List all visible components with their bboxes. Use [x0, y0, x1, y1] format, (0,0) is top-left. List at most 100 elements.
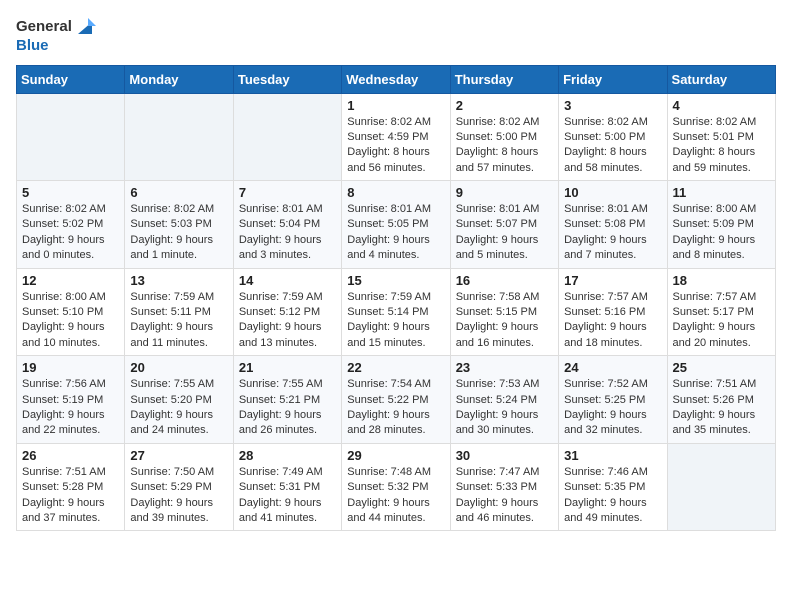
week-row-4: 26 Sunrise: 7:51 AM Sunset: 5:28 PM Dayli… [17, 443, 776, 531]
day-cell: 20Sunrise: 7:55 AM Sunset: 5:20 PM Dayli… [125, 356, 233, 444]
day-cell: 28Sunrise: 7:49 AM Sunset: 5:31 PM Dayli… [233, 443, 341, 531]
day-info: Sunrise: 8:01 AM Sunset: 5:07 PM Dayligh… [456, 202, 553, 264]
day-number: 5 [22, 185, 119, 200]
day-number: 4 [673, 98, 770, 113]
day-info: Sunrise: 7:52 AM Sunset: 5:25 PM Dayligh… [564, 377, 661, 439]
day-info: Sunrise: 8:00 AM Sunset: 5:09 PM Dayligh… [673, 202, 770, 264]
day-info: Sunrise: 7:48 AM Sunset: 5:32 PM Dayligh… [347, 465, 444, 527]
day-cell: 23Sunrise: 7:53 AM Sunset: 5:24 PM Dayli… [450, 356, 558, 444]
day-number: 10 [564, 185, 661, 200]
day-cell: 14 Sunrise: 7:59 AM Sunset: 5:12 PM Dayli… [233, 268, 341, 356]
logo-triangle-icon [74, 16, 96, 38]
day-cell: 22 Sunrise: 7:54 AM Sunset: 5:22 PM Dayli… [342, 356, 450, 444]
week-row-3: 19 Sunrise: 7:56 AM Sunset: 5:19 PM Dayli… [17, 356, 776, 444]
day-cell: 1Sunrise: 8:02 AM Sunset: 4:59 PM Daylig… [342, 93, 450, 181]
day-info: Sunrise: 8:01 AM Sunset: 5:08 PM Dayligh… [564, 202, 661, 264]
day-cell: 6 Sunrise: 8:02 AM Sunset: 5:03 PM Daylig… [125, 181, 233, 269]
logo-blue-text: Blue [16, 38, 49, 55]
day-number: 9 [456, 185, 553, 200]
day-cell: 9 Sunrise: 8:01 AM Sunset: 5:07 PM Daylig… [450, 181, 558, 269]
day-cell: 8 Sunrise: 8:01 AM Sunset: 5:05 PM Daylig… [342, 181, 450, 269]
day-number: 8 [347, 185, 444, 200]
day-number: 11 [673, 185, 770, 200]
header: General Blue [16, 16, 776, 55]
day-number: 24 [564, 360, 661, 375]
week-row-0: 1Sunrise: 8:02 AM Sunset: 4:59 PM Daylig… [17, 93, 776, 181]
day-cell: 31 Sunrise: 7:46 AM Sunset: 5:35 PM Dayli… [559, 443, 667, 531]
day-info: Sunrise: 7:51 AM Sunset: 5:26 PM Dayligh… [673, 377, 770, 439]
day-info: Sunrise: 7:58 AM Sunset: 5:15 PM Dayligh… [456, 290, 553, 352]
day-info: Sunrise: 7:59 AM Sunset: 5:14 PM Dayligh… [347, 290, 444, 352]
weekday-header-tuesday: Tuesday [233, 65, 341, 93]
day-info: Sunrise: 8:02 AM Sunset: 5:00 PM Dayligh… [564, 115, 661, 177]
day-number: 31 [564, 448, 661, 463]
day-number: 28 [239, 448, 336, 463]
weekday-header-row: SundayMondayTuesdayWednesdayThursdayFrid… [17, 65, 776, 93]
day-number: 3 [564, 98, 661, 113]
day-number: 13 [130, 273, 227, 288]
day-cell: 29Sunrise: 7:48 AM Sunset: 5:32 PM Dayli… [342, 443, 450, 531]
day-number: 15 [347, 273, 444, 288]
day-number: 18 [673, 273, 770, 288]
day-cell: 25 Sunrise: 7:51 AM Sunset: 5:26 PM Dayli… [667, 356, 775, 444]
day-number: 30 [456, 448, 553, 463]
day-cell [17, 93, 125, 181]
day-number: 22 [347, 360, 444, 375]
day-cell: 12 Sunrise: 8:00 AM Sunset: 5:10 PM Dayli… [17, 268, 125, 356]
day-number: 6 [130, 185, 227, 200]
week-row-1: 5Sunrise: 8:02 AM Sunset: 5:02 PM Daylig… [17, 181, 776, 269]
day-cell: 24 Sunrise: 7:52 AM Sunset: 5:25 PM Dayli… [559, 356, 667, 444]
day-info: Sunrise: 7:50 AM Sunset: 5:29 PM Dayligh… [130, 465, 227, 527]
day-number: 19 [22, 360, 119, 375]
day-info: Sunrise: 7:46 AM Sunset: 5:35 PM Dayligh… [564, 465, 661, 527]
day-cell: 26 Sunrise: 7:51 AM Sunset: 5:28 PM Dayli… [17, 443, 125, 531]
day-number: 26 [22, 448, 119, 463]
day-number: 17 [564, 273, 661, 288]
day-cell [233, 93, 341, 181]
day-cell: 10 Sunrise: 8:01 AM Sunset: 5:08 PM Dayli… [559, 181, 667, 269]
logo-general-text: General [16, 19, 72, 36]
day-number: 21 [239, 360, 336, 375]
weekday-header-friday: Friday [559, 65, 667, 93]
day-cell: 13Sunrise: 7:59 AM Sunset: 5:11 PM Dayli… [125, 268, 233, 356]
day-info: Sunrise: 7:54 AM Sunset: 5:22 PM Dayligh… [347, 377, 444, 439]
day-number: 27 [130, 448, 227, 463]
day-info: Sunrise: 7:55 AM Sunset: 5:21 PM Dayligh… [239, 377, 336, 439]
day-cell [125, 93, 233, 181]
day-info: Sunrise: 8:02 AM Sunset: 5:01 PM Dayligh… [673, 115, 770, 177]
day-info: Sunrise: 7:47 AM Sunset: 5:33 PM Dayligh… [456, 465, 553, 527]
day-info: Sunrise: 8:01 AM Sunset: 5:05 PM Dayligh… [347, 202, 444, 264]
weekday-header-saturday: Saturday [667, 65, 775, 93]
day-info: Sunrise: 7:57 AM Sunset: 5:17 PM Dayligh… [673, 290, 770, 352]
week-row-2: 12 Sunrise: 8:00 AM Sunset: 5:10 PM Dayli… [17, 268, 776, 356]
weekday-header-monday: Monday [125, 65, 233, 93]
day-number: 7 [239, 185, 336, 200]
logo: General Blue [16, 16, 96, 55]
day-info: Sunrise: 7:56 AM Sunset: 5:19 PM Dayligh… [22, 377, 119, 439]
day-cell: 19 Sunrise: 7:56 AM Sunset: 5:19 PM Dayli… [17, 356, 125, 444]
weekday-header-wednesday: Wednesday [342, 65, 450, 93]
day-cell: 3 Sunrise: 8:02 AM Sunset: 5:00 PM Daylig… [559, 93, 667, 181]
day-cell: 7 Sunrise: 8:01 AM Sunset: 5:04 PM Daylig… [233, 181, 341, 269]
day-number: 2 [456, 98, 553, 113]
day-cell: 2 Sunrise: 8:02 AM Sunset: 5:00 PM Daylig… [450, 93, 558, 181]
day-number: 14 [239, 273, 336, 288]
day-info: Sunrise: 7:59 AM Sunset: 5:12 PM Dayligh… [239, 290, 336, 352]
day-cell: 11 Sunrise: 8:00 AM Sunset: 5:09 PM Dayli… [667, 181, 775, 269]
day-cell: 17 Sunrise: 7:57 AM Sunset: 5:16 PM Dayli… [559, 268, 667, 356]
day-info: Sunrise: 8:02 AM Sunset: 5:03 PM Dayligh… [130, 202, 227, 264]
day-number: 12 [22, 273, 119, 288]
day-cell [667, 443, 775, 531]
day-info: Sunrise: 8:02 AM Sunset: 5:00 PM Dayligh… [456, 115, 553, 177]
day-info: Sunrise: 8:00 AM Sunset: 5:10 PM Dayligh… [22, 290, 119, 352]
day-cell: 30 Sunrise: 7:47 AM Sunset: 5:33 PM Dayli… [450, 443, 558, 531]
weekday-header-thursday: Thursday [450, 65, 558, 93]
calendar: SundayMondayTuesdayWednesdayThursdayFrid… [16, 65, 776, 532]
day-cell: 18 Sunrise: 7:57 AM Sunset: 5:17 PM Dayli… [667, 268, 775, 356]
day-info: Sunrise: 7:51 AM Sunset: 5:28 PM Dayligh… [22, 465, 119, 527]
day-number: 25 [673, 360, 770, 375]
day-info: Sunrise: 8:01 AM Sunset: 5:04 PM Dayligh… [239, 202, 336, 264]
day-info: Sunrise: 7:57 AM Sunset: 5:16 PM Dayligh… [564, 290, 661, 352]
day-number: 1 [347, 98, 444, 113]
weekday-header-sunday: Sunday [17, 65, 125, 93]
